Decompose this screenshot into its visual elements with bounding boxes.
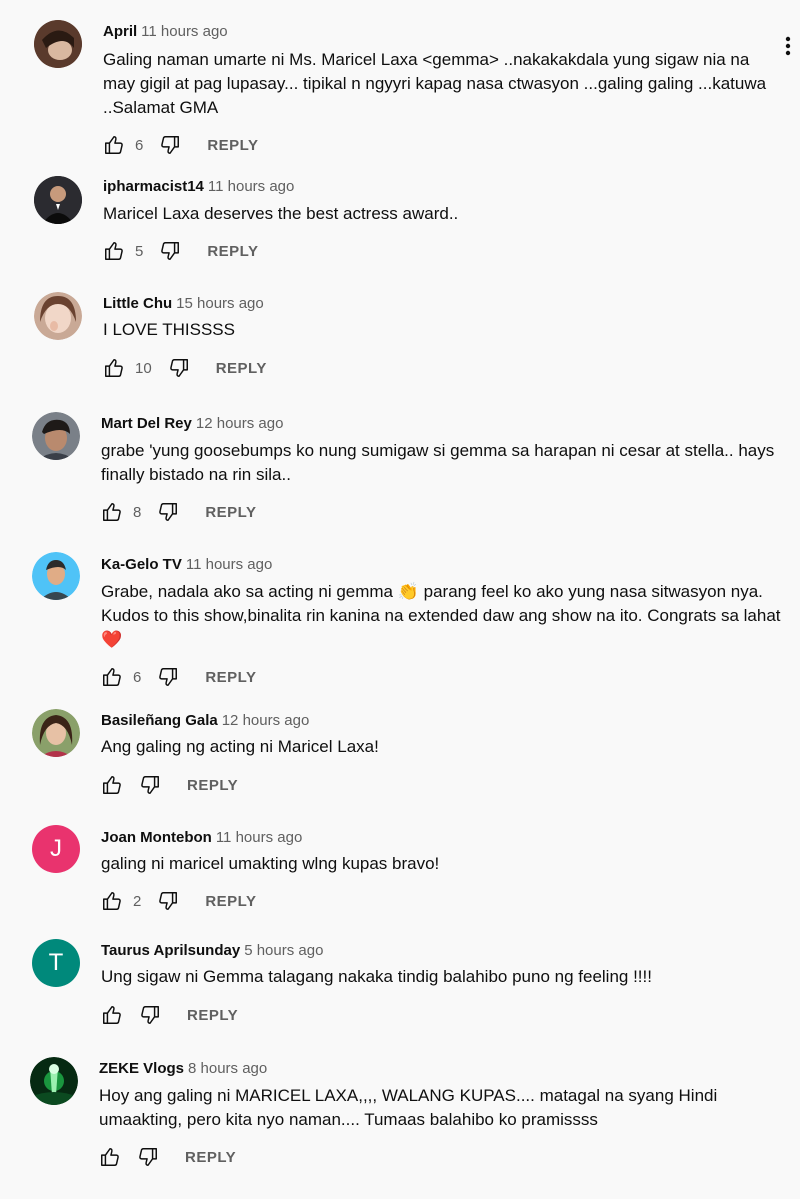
avatar[interactable]: [34, 176, 82, 224]
comment-timestamp[interactable]: 15 hours ago: [176, 295, 264, 312]
reply-button[interactable]: REPLY: [205, 893, 256, 910]
avatar[interactable]: T: [32, 939, 80, 987]
comment-timestamp[interactable]: 12 hours ago: [222, 712, 310, 729]
thumb-down-icon[interactable]: [137, 1146, 159, 1168]
comment-text: galing ni maricel umakting wlng kupas br…: [101, 854, 440, 873]
thumb-up-icon[interactable]: [101, 501, 123, 523]
comment-timestamp[interactable]: 8 hours ago: [188, 1060, 267, 1077]
like-count: 8: [133, 503, 142, 521]
comment-text: Grabe, nadala ako sa acting ni gemma 👏 p…: [101, 582, 781, 649]
comment-author[interactable]: April: [103, 23, 137, 40]
comment-timestamp[interactable]: 11 hours ago: [141, 23, 227, 40]
more-vert-icon[interactable]: [778, 34, 798, 58]
comment-text: Ang galing ng acting ni Maricel Laxa!: [101, 737, 379, 756]
comment-timestamp[interactable]: 11 hours ago: [186, 556, 272, 573]
comment-author[interactable]: Basileñang Gala: [101, 712, 218, 729]
like-count: 10: [135, 359, 152, 377]
reply-button[interactable]: REPLY: [205, 669, 256, 686]
reply-button[interactable]: REPLY: [216, 360, 267, 377]
comment-text: Ung sigaw ni Gemma talagang nakaka tindi…: [101, 967, 652, 986]
comment-author[interactable]: ipharmacist14: [103, 178, 204, 195]
thumb-up-icon[interactable]: [103, 240, 125, 262]
like-count: 6: [133, 668, 142, 686]
comment-text: Hoy ang galing ni MARICEL LAXA,,,, WALAN…: [99, 1086, 718, 1129]
reply-button[interactable]: REPLY: [187, 1007, 238, 1024]
thumb-up-icon[interactable]: [99, 1146, 121, 1168]
avatar[interactable]: [30, 1057, 78, 1105]
comment-timestamp[interactable]: 12 hours ago: [196, 415, 284, 432]
avatar[interactable]: [32, 709, 80, 757]
comment-author[interactable]: Little Chu: [103, 295, 172, 312]
reply-button[interactable]: REPLY: [187, 777, 238, 794]
avatar[interactable]: [32, 552, 80, 600]
comment-text: Maricel Laxa deserves the best actress a…: [103, 204, 459, 223]
avatar[interactable]: J: [32, 825, 80, 873]
avatar[interactable]: [34, 292, 82, 340]
reply-button[interactable]: REPLY: [185, 1149, 236, 1166]
thumb-down-icon[interactable]: [157, 501, 179, 523]
thumb-up-icon[interactable]: [101, 1004, 123, 1026]
comment-text: Galing naman umarte ni Ms. Maricel Laxa …: [103, 50, 767, 117]
comment-timestamp[interactable]: 5 hours ago: [244, 942, 323, 959]
comment-author[interactable]: Mart Del Rey: [101, 415, 192, 432]
reply-button[interactable]: REPLY: [207, 243, 258, 260]
avatar[interactable]: [32, 412, 80, 460]
comment-author[interactable]: Joan Montebon: [101, 829, 212, 846]
comment-text: I LOVE THISSSS: [103, 320, 235, 339]
thumb-down-icon[interactable]: [157, 666, 179, 688]
comment-text: grabe 'yung goosebumps ko nung sumigaw s…: [101, 441, 775, 484]
comment-author[interactable]: Taurus Aprilsunday: [101, 942, 240, 959]
comment-author[interactable]: Ka-Gelo TV: [101, 556, 182, 573]
reply-button[interactable]: REPLY: [205, 504, 256, 521]
comment-timestamp[interactable]: 11 hours ago: [208, 178, 294, 195]
thumb-down-icon[interactable]: [159, 240, 181, 262]
thumb-up-icon[interactable]: [101, 890, 123, 912]
thumb-up-icon[interactable]: [101, 774, 123, 796]
thumb-up-icon[interactable]: [103, 134, 125, 156]
like-count: 2: [133, 892, 142, 910]
thumb-down-icon[interactable]: [157, 890, 179, 912]
like-count: 5: [135, 242, 144, 260]
like-count: 6: [135, 136, 144, 154]
thumb-down-icon[interactable]: [159, 134, 181, 156]
thumb-down-icon[interactable]: [168, 357, 190, 379]
comment-timestamp[interactable]: 11 hours ago: [216, 829, 302, 846]
thumb-up-icon[interactable]: [103, 357, 125, 379]
thumb-down-icon[interactable]: [139, 774, 161, 796]
comment-author[interactable]: ZEKE Vlogs: [99, 1060, 184, 1077]
avatar[interactable]: [34, 20, 82, 68]
thumb-up-icon[interactable]: [101, 666, 123, 688]
thumb-down-icon[interactable]: [139, 1004, 161, 1026]
reply-button[interactable]: REPLY: [207, 137, 258, 154]
